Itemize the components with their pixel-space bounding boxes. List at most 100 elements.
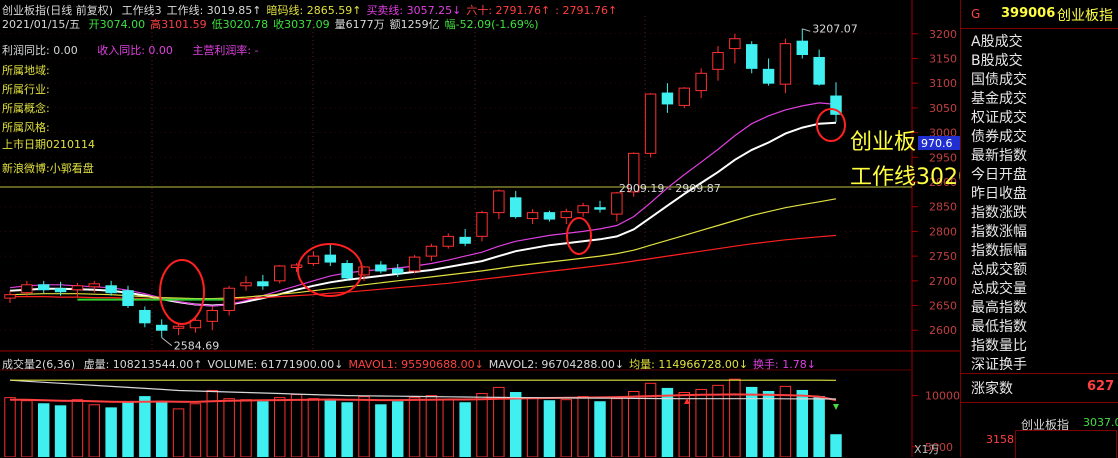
panel-item-0[interactable]: A股成交 bbox=[971, 31, 1023, 51]
candle-body-46 bbox=[780, 44, 790, 85]
volume-bar-48 bbox=[814, 397, 824, 457]
volume-bar-19 bbox=[325, 401, 335, 457]
low-pointer bbox=[162, 338, 172, 346]
panel-item-11[interactable]: 指数振幅 bbox=[971, 240, 1027, 260]
candle-body-36 bbox=[612, 193, 622, 214]
volume-bar-15 bbox=[258, 402, 268, 457]
panel-item-17[interactable]: 深证换手 bbox=[971, 354, 1027, 374]
hline-label: 2909.19 - 2909.87 bbox=[619, 182, 721, 195]
candle-body-16 bbox=[274, 266, 284, 281]
panel-item-8[interactable]: 昨日收盘 bbox=[971, 183, 1027, 203]
panel-item-3[interactable]: 基金成交 bbox=[971, 88, 1027, 108]
highlight-circle-0 bbox=[160, 260, 204, 324]
candle-body-38 bbox=[645, 94, 655, 153]
volume-title[interactable]: 成交量2(6,36) bbox=[2, 358, 75, 371]
panel-item-4[interactable]: 权证成交 bbox=[971, 107, 1027, 127]
panel-item-6[interactable]: 最新指数 bbox=[971, 145, 1027, 165]
candle-body-13 bbox=[224, 288, 234, 310]
panel-item-10[interactable]: 指数涨幅 bbox=[971, 221, 1027, 241]
panel-item-16[interactable]: 指数量比 bbox=[971, 335, 1027, 355]
candle-17 bbox=[291, 263, 301, 272]
volume-bar-38 bbox=[645, 383, 655, 457]
date-label: 2021/01/15/五 bbox=[2, 18, 80, 31]
rise-count-label: 涨家数 bbox=[971, 378, 1013, 398]
weibo-link[interactable]: 新浪微博:小郭看盘 bbox=[2, 160, 94, 176]
candle-body-32 bbox=[544, 213, 554, 219]
y-tick-label-2: 2700 bbox=[929, 275, 957, 288]
panel-item-15[interactable]: 最低指数 bbox=[971, 316, 1027, 336]
candle-44 bbox=[746, 41, 756, 73]
ohlc-item-3: 收3037.09 bbox=[273, 18, 330, 31]
candle-19 bbox=[325, 244, 335, 266]
ma-line-1 bbox=[10, 103, 836, 306]
candle-body-34 bbox=[578, 206, 588, 213]
candle-28 bbox=[477, 211, 487, 242]
candle-body-35 bbox=[595, 208, 605, 209]
candle-body-9 bbox=[156, 325, 166, 330]
candle-6 bbox=[106, 281, 116, 296]
candle-body-43 bbox=[730, 39, 740, 49]
ohlc-header: 2021/01/15/五 开3074.00高3101.59低3020.78收30… bbox=[2, 16, 539, 32]
panel-item-5[interactable]: 债券成交 bbox=[971, 126, 1027, 146]
candle-body-8 bbox=[140, 310, 150, 322]
candle-body-40 bbox=[679, 88, 689, 105]
candle-40 bbox=[679, 87, 689, 108]
profit-yoy: 利润同比: 0.00 bbox=[2, 44, 78, 57]
candle-31 bbox=[527, 209, 537, 224]
volume-bar-17 bbox=[291, 395, 301, 457]
panel-item-14[interactable]: 最高指数 bbox=[971, 297, 1027, 317]
volume-bar-4 bbox=[72, 400, 82, 457]
concept-label: 所属概念: bbox=[2, 100, 50, 116]
ohlc-item-2: 低3020.78 bbox=[212, 18, 269, 31]
revenue-yoy: 收入同比: 0.00 bbox=[97, 44, 173, 57]
volume-bar-3 bbox=[55, 406, 65, 457]
volume-bar-26 bbox=[443, 400, 453, 457]
candle-24 bbox=[409, 255, 419, 273]
volume-bar-18 bbox=[308, 399, 318, 457]
panel-item-12[interactable]: 总成交额 bbox=[971, 259, 1027, 279]
candle-body-3 bbox=[55, 289, 65, 292]
info-line1: 利润同比: 0.00 收入同比: 0.00 主营利润率: - bbox=[2, 42, 259, 58]
quote-panel: G 399006 创业板指 A股成交B股成交国债成交基金成交权证成交债券成交最新… bbox=[960, 0, 1118, 457]
candle-body-39 bbox=[662, 93, 672, 104]
volume-bar-7 bbox=[123, 402, 133, 457]
ohlc-item-1: 高3101.59 bbox=[150, 18, 207, 31]
ma-legend-item-5: : 2791.76↑ bbox=[555, 4, 617, 17]
panel-item-7[interactable]: 今日开盘 bbox=[971, 164, 1027, 184]
candle-body-17 bbox=[291, 265, 301, 267]
volume-bar-27 bbox=[460, 403, 470, 457]
volume-legend-item-4: 均量: 114966728.00↓ bbox=[629, 358, 748, 371]
y-tick-label-5: 2850 bbox=[929, 201, 957, 214]
y-tick-label-1: 2650 bbox=[929, 300, 957, 313]
volume-bar-44 bbox=[746, 387, 756, 457]
volume-bar-34 bbox=[578, 397, 588, 457]
ma-line-2 bbox=[10, 199, 836, 299]
candle-body-26 bbox=[443, 236, 453, 246]
panel-code[interactable]: 399006 bbox=[1001, 6, 1055, 21]
candle-body-41 bbox=[696, 73, 706, 90]
y-tick-label-4: 2800 bbox=[929, 225, 957, 238]
ohlc-item-4: 量6177万 bbox=[335, 18, 385, 31]
volume-bar-2 bbox=[38, 404, 48, 457]
panel-item-9[interactable]: 指数涨跌 bbox=[971, 202, 1027, 222]
panel-item-2[interactable]: 国债成交 bbox=[971, 69, 1027, 89]
candle-4 bbox=[72, 283, 82, 297]
candle-22 bbox=[376, 261, 386, 273]
candle-26 bbox=[443, 233, 453, 248]
candle-20 bbox=[342, 260, 352, 281]
panel-divider bbox=[961, 373, 1118, 374]
volume-bar-24 bbox=[409, 398, 419, 457]
panel-item-13[interactable]: 总成交量 bbox=[971, 278, 1027, 298]
candle-29 bbox=[494, 189, 504, 219]
candle-10 bbox=[173, 324, 183, 335]
candle-body-19 bbox=[325, 255, 335, 262]
panel-item-1[interactable]: B股成交 bbox=[971, 50, 1023, 70]
panel-name[interactable]: 创业板指 bbox=[1057, 5, 1113, 25]
volume-bar-8 bbox=[140, 397, 150, 457]
candle-8 bbox=[140, 307, 150, 328]
volume-bar-47 bbox=[797, 390, 807, 457]
candle-body-15 bbox=[258, 282, 268, 286]
volume-legend-item-0: 虚量: 108213544.00↑ bbox=[84, 358, 203, 371]
rise-count-value: 627 bbox=[1087, 379, 1114, 394]
candle-body-20 bbox=[342, 264, 352, 278]
